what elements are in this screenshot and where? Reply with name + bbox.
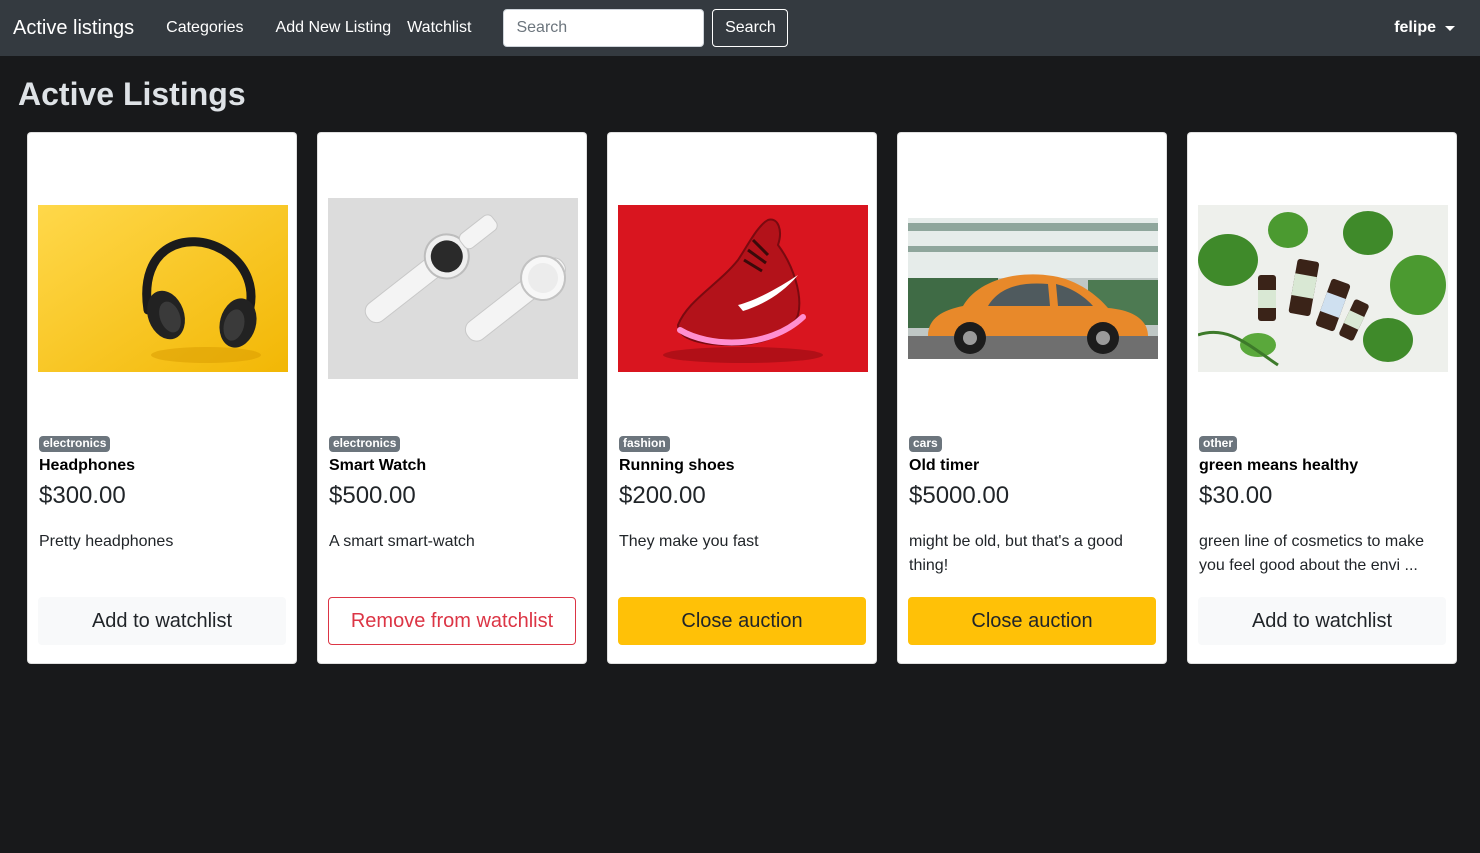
listing-price: $5000.00 [909,482,1010,509]
listing-price: $30.00 [1199,482,1273,509]
top-navbar: Active listings Categories Add New Listi… [0,0,1480,56]
listing-description: They make you fast [619,533,759,550]
nav-link-add-new-listing[interactable]: Add New Listing [276,19,392,37]
listing-image[interactable] [328,143,578,433]
search-input[interactable] [503,9,705,47]
listing-price: $200.00 [619,482,706,509]
add-to-watchlist-button[interactable]: Add to watchlist [38,597,286,645]
category-badge: other [1199,436,1237,452]
category-badge: cars [909,436,942,452]
listing-description: green line of cosmetics to make you feel… [1199,533,1424,574]
chevron-down-icon [1445,25,1455,31]
listing-title[interactable]: Old timer [909,457,979,475]
listing-description: might be old, but that's a good thing! [909,533,1123,574]
category-badge: electronics [39,436,111,452]
listing-description: A smart smart-watch [329,533,475,550]
listing-card: electronics Headphones $300.00 Pretty he… [27,132,297,664]
page-title: Active Listings [18,76,246,112]
listing-price: $500.00 [329,482,416,509]
sneaker-image [618,204,868,372]
category-badge: electronics [329,436,401,452]
listing-title[interactable]: Running shoes [619,457,735,475]
headphones-image [38,204,288,372]
listing-image[interactable] [38,143,288,433]
search-button[interactable]: Search [712,9,789,47]
listing-image[interactable] [908,143,1158,433]
listing-card: other green means healthy $30.00 green l… [1187,132,1457,664]
listing-card: electronics Smart Watch $500.00 A smart … [317,132,587,664]
listing-description: Pretty headphones [39,533,174,550]
username-label: felipe [1394,19,1436,36]
smartwatch-image [328,197,578,379]
user-menu-dropdown[interactable]: felipe [1394,0,1455,56]
beetle-car-image [908,217,1158,359]
add-to-watchlist-button[interactable]: Add to watchlist [1198,597,1446,645]
listing-title[interactable]: Smart Watch [329,457,426,475]
listing-title[interactable]: Headphones [39,457,135,475]
nav-link-categories[interactable]: Categories [166,19,243,37]
close-auction-button[interactable]: Close auction [908,597,1156,645]
nav-link-watchlist[interactable]: Watchlist [407,19,471,37]
listing-price: $300.00 [39,482,126,509]
listing-image[interactable] [618,143,868,433]
cosmetics-bottles-image [1198,204,1448,372]
close-auction-button[interactable]: Close auction [618,597,866,645]
listing-image[interactable] [1198,143,1448,433]
brand-link[interactable]: Active listings [13,17,134,40]
remove-from-watchlist-button[interactable]: Remove from watchlist [328,597,576,645]
listing-title[interactable]: green means healthy [1199,457,1358,475]
listing-card: fashion Running shoes $200.00 They make … [607,132,877,664]
category-badge: fashion [619,436,670,452]
listing-card: cars Old timer $5000.00 might be old, bu… [897,132,1167,664]
